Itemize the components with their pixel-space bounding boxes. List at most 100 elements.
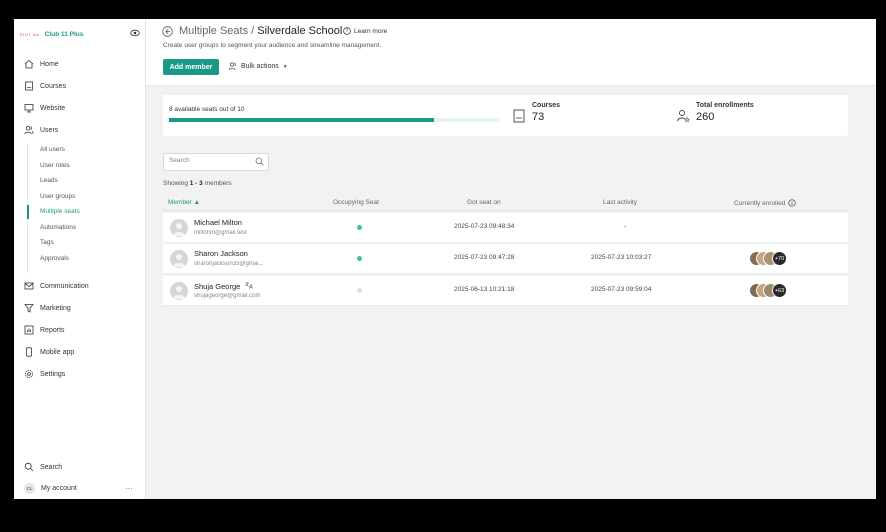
got-seat-date: 2025-07-23 09:48:34	[454, 223, 515, 230]
seat-status-indicator	[357, 225, 362, 230]
add-member-button[interactable]: Add member	[163, 59, 219, 75]
seats-label: 8 available seats out of 10	[169, 106, 245, 113]
member-name[interactable]: Sharon Jackson	[194, 249, 248, 258]
nav-settings-label: Settings	[40, 370, 66, 378]
gear-icon	[25, 370, 33, 378]
title-prefix: Multiple Seats /	[179, 25, 258, 37]
table-row[interactable]: Sharon Jackson sharonjackson33@gmai... 2…	[163, 244, 848, 274]
member-name[interactable]: Shuja George	[194, 281, 254, 291]
brand-name: Club 11 Plus	[44, 30, 84, 38]
nav-home[interactable]: Home	[14, 55, 145, 73]
subnav-user-roles[interactable]: User roles	[40, 160, 70, 172]
stats-panel: 8 available seats out of 10 Courses 73 T…	[163, 95, 848, 136]
got-seat-date: 2025-07-23 09:47:28	[454, 254, 515, 261]
nav-communication-label: Communication	[40, 282, 89, 290]
book-icon	[25, 81, 33, 91]
table-row[interactable]: Michael Milton miltonm@gmail.test 2025-0…	[163, 213, 848, 243]
avatar	[170, 219, 188, 237]
avatar	[170, 250, 188, 268]
enrollments-label: Total enrollments	[696, 102, 754, 109]
page-title: Multiple Seats / Silverdale School	[179, 25, 342, 37]
chevron-down-icon: ▼	[282, 63, 288, 70]
seats-progress-fill	[169, 118, 434, 122]
users-icon	[24, 126, 34, 135]
last-activity-date: 2025-07-23 09:59:04	[591, 286, 652, 293]
got-seat-date: 2025-06-13 10:21:18	[454, 286, 515, 293]
search-input[interactable]	[169, 157, 249, 164]
courses-label: Courses	[532, 102, 561, 109]
subnav-user-groups[interactable]: User groups	[40, 191, 75, 203]
filter-icon	[24, 304, 34, 313]
column-header-occupying: Occupying Seat	[333, 199, 379, 206]
table-header-divider	[163, 210, 848, 211]
table-row[interactable]: Shuja George shujageorge@gmail.com 2025-…	[163, 276, 848, 306]
nav-marketing[interactable]: Marketing	[14, 299, 145, 317]
subnav-leads[interactable]: Leads	[40, 175, 58, 187]
home-icon	[24, 59, 34, 69]
enrollments-stat: Total enrollments 260	[676, 102, 754, 124]
nav-website[interactable]: Website	[14, 99, 145, 117]
nav-website-label: Website	[40, 104, 66, 112]
member-email: sharonjackson33@gmai...	[194, 261, 264, 267]
seats-progress-bar	[169, 118, 500, 122]
seat-status-indicator	[357, 256, 362, 261]
nav-search-label: Search	[40, 463, 63, 471]
nav-communication[interactable]: Communication	[14, 277, 145, 295]
nav-mobile-app[interactable]: Mobile app	[14, 343, 145, 361]
member-email: miltonm@gmail.test	[194, 230, 247, 236]
page-subtitle: Create user groups to segment your audie…	[163, 42, 382, 49]
subnav-all-users[interactable]: All users	[40, 144, 65, 156]
brand[interactable]: EIUT Idu Club 11 Plus	[20, 27, 140, 41]
subnav-automations[interactable]: Automations	[40, 222, 76, 234]
eye-icon[interactable]	[130, 28, 140, 38]
last-activity-date: -	[624, 223, 627, 230]
search-box[interactable]	[163, 153, 269, 171]
nav-reports[interactable]: Reports	[14, 321, 145, 339]
nav-marketing-label: Marketing	[40, 304, 71, 312]
subnav-tags[interactable]: Tags	[40, 237, 54, 249]
nav-reports-label: Reports	[40, 326, 65, 334]
column-header-last-activity: Last activity	[603, 199, 637, 206]
bulk-actions-dropdown[interactable]: Bulk actions ▼	[228, 62, 288, 71]
search-icon[interactable]	[255, 157, 264, 166]
app-window: EIUT Idu Club 11 Plus Home Courses Websi…	[14, 19, 876, 499]
seat-status-indicator	[357, 288, 362, 293]
learn-more-label: Learn more	[354, 27, 388, 35]
submenu-active-marker	[27, 205, 29, 219]
column-header-got-seat: Got seat on	[467, 199, 501, 206]
mail-icon	[24, 282, 34, 290]
monitor-icon	[24, 104, 34, 113]
more-courses-badge[interactable]: +70	[772, 251, 787, 266]
account-avatar: CL	[24, 482, 35, 494]
nav-users[interactable]: Users	[14, 121, 145, 139]
nav-search[interactable]: Search	[14, 458, 145, 476]
column-header-member[interactable]: Member ▲	[168, 199, 200, 206]
learn-more-link[interactable]: ? Learn more	[343, 27, 387, 35]
chart-icon	[24, 325, 34, 335]
subnav-multiple-seats[interactable]: Multiple seats	[40, 206, 80, 218]
avatar	[170, 282, 188, 300]
column-header-enrolled-label: Currently enrolled	[734, 199, 786, 207]
users-icon	[228, 62, 236, 71]
enrollments-value: 260	[696, 111, 715, 123]
nav-home-label: Home	[40, 60, 59, 68]
nav-my-account[interactable]: CL My account …	[14, 479, 145, 497]
showing-count: Showing 1 - 3 members	[163, 180, 232, 187]
more-icon[interactable]: …	[125, 482, 133, 491]
showing-range: 1 - 3	[189, 180, 203, 187]
phone-icon	[26, 347, 32, 357]
showing-prefix: Showing	[163, 180, 190, 187]
more-courses-badge[interactable]: +63	[772, 283, 787, 298]
svg-text:?: ?	[346, 29, 349, 35]
member-name[interactable]: Michael Milton	[194, 218, 242, 227]
back-arrow-icon[interactable]	[162, 26, 173, 37]
info-icon[interactable]	[788, 199, 796, 207]
subnav-approvals[interactable]: Approvals	[40, 253, 69, 265]
nav-courses[interactable]: Courses	[14, 77, 145, 95]
courses-value: 73	[532, 111, 545, 123]
nav-users-label: Users	[40, 126, 59, 134]
nav-courses-label: Courses	[40, 82, 67, 90]
page-header: Multiple Seats / Silverdale School ? Lea…	[146, 19, 876, 86]
translate-icon	[245, 282, 254, 289]
nav-settings[interactable]: Settings	[14, 365, 145, 383]
